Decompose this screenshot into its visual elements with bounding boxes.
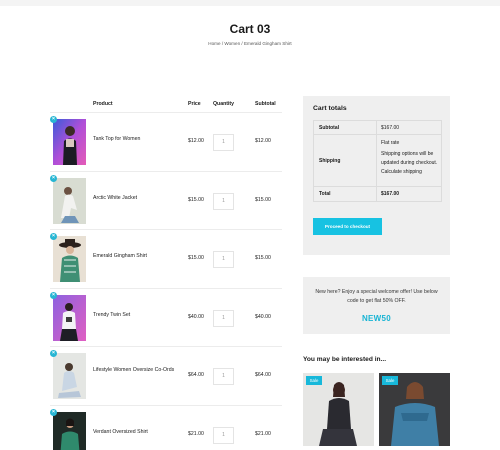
header-price: Price	[188, 101, 201, 107]
product-subtotal: $21.00	[255, 430, 271, 437]
remove-item-button[interactable]: ×	[50, 408, 57, 416]
subtotal-label: Subtotal	[319, 125, 339, 131]
cart-row: × Verdant Oversized Shirt $21.00 1 $21.0…	[50, 406, 282, 450]
product-name[interactable]: Arctic White Jacket	[93, 194, 183, 202]
breadcrumb[interactable]: Home / Women / Emerald Gingham Shirt	[0, 41, 500, 46]
header-quantity: Quantity	[213, 101, 235, 107]
total-value: $167.00	[381, 191, 400, 197]
product-thumbnail[interactable]	[53, 119, 86, 165]
column-divider	[376, 121, 377, 134]
proceed-to-checkout-button[interactable]: Proceed to checkout	[313, 218, 382, 235]
product-name[interactable]: Trendy Twin Set	[93, 311, 183, 319]
product-name[interactable]: Emerald Gingham Shirt	[93, 252, 183, 260]
cart-totals-panel: Cart totals Subtotal $167.00 Shipping Fl…	[303, 96, 450, 255]
product-thumbnail[interactable]	[53, 177, 86, 224]
sale-badge: Sale	[382, 376, 398, 385]
totals-table: Subtotal $167.00 Shipping Flat rate Ship…	[313, 120, 442, 202]
product-subtotal: $64.00	[255, 372, 271, 378]
promo-code: NEW50	[361, 314, 392, 323]
product-price: $40.00	[188, 313, 204, 320]
top-bar	[0, 0, 500, 6]
quantity-input[interactable]: 1	[213, 192, 234, 210]
quantity-input[interactable]: 1	[213, 309, 234, 327]
product-name[interactable]: Tank Top for Women	[93, 135, 183, 143]
cart-row: × Tank Top for Women $12.00 1 $12.00	[50, 113, 282, 172]
subtotal-value: $167.00	[381, 125, 400, 131]
shipping-details: Flat rate Shipping options will be updat…	[381, 139, 441, 177]
product-price: $64.00	[188, 372, 204, 378]
totals-row-subtotal: Subtotal $167.00	[314, 121, 441, 135]
related-product-card[interactable]: Sale	[379, 373, 450, 446]
header-product: Product	[93, 101, 113, 107]
header-subtotal: Subtotal	[255, 101, 276, 107]
totals-row-total: Total $167.00	[314, 187, 441, 201]
product-price: $15.00	[188, 255, 204, 261]
shipping-method: Flat rate	[381, 140, 400, 146]
product-thumbnail[interactable]	[53, 353, 86, 399]
cart-row: × Lifestyle Women Oversize Co-Ords $64.0…	[50, 347, 282, 406]
total-label: Total	[319, 191, 331, 197]
remove-item-button[interactable]: ×	[50, 233, 57, 240]
product-name[interactable]: Lifestyle Women Oversize Co-Ords	[93, 366, 183, 374]
cart-row: × Arctic White Jacket $15.00 1 $15.00	[50, 172, 282, 230]
quantity-input[interactable]: 1	[213, 368, 234, 385]
product-thumbnail[interactable]	[53, 411, 86, 450]
product-subtotal: $15.00	[255, 255, 271, 261]
totals-row-shipping: Shipping Flat rate Shipping options will…	[314, 135, 441, 187]
product-thumbnail[interactable]	[53, 294, 86, 341]
cart-row: × Emerald Gingham Shirt $15.00 1 $15.00	[50, 230, 282, 289]
remove-item-button[interactable]: ×	[50, 174, 57, 182]
cart-totals-title: Cart totals	[313, 105, 347, 112]
quantity-input[interactable]: 1	[213, 426, 234, 444]
related-title: You may be interested in...	[303, 356, 387, 363]
product-price: $15.00	[188, 196, 204, 203]
related-product-card[interactable]: Sale	[303, 373, 374, 446]
product-name[interactable]: Verdant Oversized Shirt	[93, 428, 183, 436]
product-price: $21.00	[188, 430, 204, 437]
cart-row: × Trendy Twin Set $40.00 1 $40.00	[50, 289, 282, 347]
product-subtotal: $12.00	[255, 138, 271, 144]
sale-badge: Sale	[306, 376, 322, 385]
page-title: Cart 03	[229, 22, 271, 36]
product-subtotal: $40.00	[255, 313, 271, 320]
quantity-input[interactable]: 1	[213, 134, 234, 151]
quantity-input[interactable]: 1	[213, 251, 234, 268]
product-subtotal: $15.00	[255, 196, 271, 203]
shipping-note[interactable]: Shipping options will be updated during …	[381, 150, 441, 177]
remove-item-button[interactable]: ×	[50, 291, 57, 299]
cart-table: Product Price Quantity Subtotal × Tank T…	[50, 97, 282, 450]
promo-box: New here? Enjoy a special welcome offer!…	[303, 277, 450, 334]
remove-item-button[interactable]: ×	[50, 350, 57, 357]
remove-item-button[interactable]: ×	[50, 116, 57, 123]
promo-text: New here? Enjoy a special welcome offer!…	[315, 289, 438, 304]
cart-table-header: Product Price Quantity Subtotal	[50, 97, 282, 113]
column-divider	[376, 187, 377, 201]
shipping-label: Shipping	[319, 158, 341, 164]
column-divider	[376, 135, 377, 186]
product-price: $12.00	[188, 138, 204, 144]
product-thumbnail[interactable]	[53, 236, 86, 282]
